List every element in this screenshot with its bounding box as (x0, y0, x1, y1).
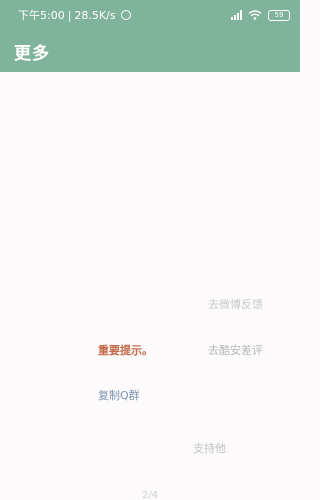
wifi-icon (248, 10, 262, 20)
support-author-link[interactable]: 支持他 (193, 440, 226, 456)
status-separator: | (67, 8, 72, 22)
page-indicator: 2/4 (142, 490, 159, 500)
battery-icon: 59 (268, 9, 290, 21)
status-left: 下午5:00 | 28.5K/s (18, 7, 131, 23)
kuan-review-link[interactable]: 去酷安差评 (208, 342, 263, 358)
status-bar: 下午5:00 | 28.5K/s 59 (0, 0, 300, 30)
status-time: 下午5:00 (18, 9, 65, 22)
signal-icon (231, 10, 242, 20)
status-right: 59 (231, 9, 290, 21)
alarm-icon (120, 10, 131, 20)
status-net-speed: 28.5K/s (74, 8, 116, 22)
important-notice-link[interactable]: 重要提示。 (98, 342, 153, 358)
weibo-feedback-link[interactable]: 去微博反馈 (208, 296, 263, 312)
page-title: 更多 (14, 43, 50, 64)
copy-qq-group-link[interactable]: 复制Q群 (98, 387, 140, 403)
content-area: 去微博反馈 去酷安差评 重要提示。 复制Q群 支持他 2/4 (0, 72, 300, 500)
app-bar: 更多 (0, 30, 300, 72)
